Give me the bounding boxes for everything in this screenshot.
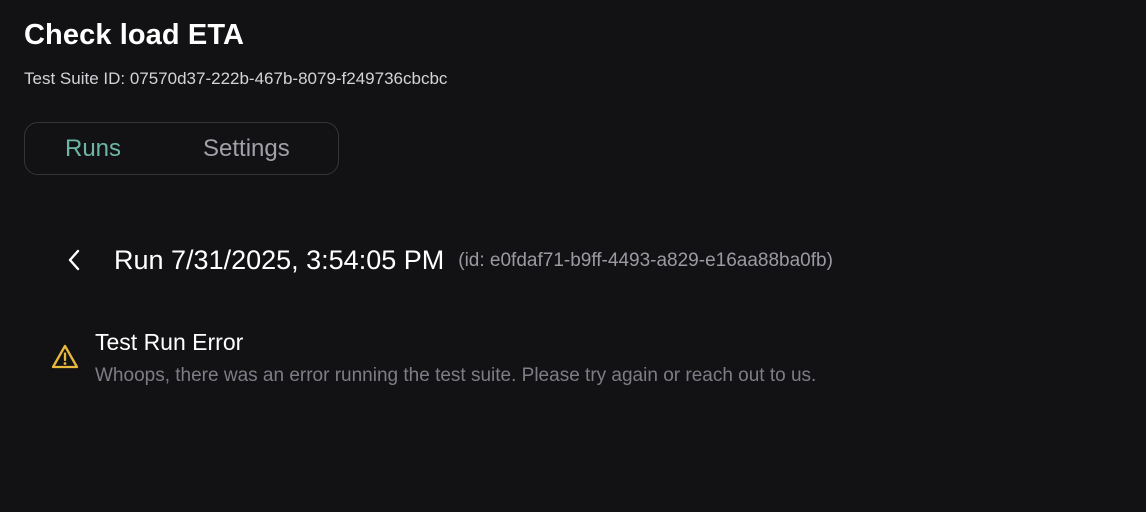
run-title: Run 7/31/2025, 3:54:05 PM (114, 244, 445, 275)
page: Check load ETA Test Suite ID: 07570d37-2… (0, 0, 1146, 512)
error-text: Test Run Error Whoops, there was an erro… (95, 328, 816, 387)
chevron-left-icon (68, 249, 80, 271)
run-header: Run 7/31/2025, 3:54:05 PM (id: e0fdaf71-… (60, 240, 833, 280)
test-suite-id: Test Suite ID: 07570d37-222b-467b-8079-f… (24, 69, 448, 88)
back-button[interactable] (60, 242, 88, 278)
page-title: Check load ETA (24, 19, 245, 51)
error-alert: Test Run Error Whoops, there was an erro… (50, 328, 816, 387)
tab-settings[interactable]: Settings (203, 135, 290, 163)
error-title: Test Run Error (95, 329, 244, 355)
tab-runs[interactable]: Runs (65, 135, 121, 163)
warning-icon (51, 344, 79, 369)
run-id: (id: e0fdaf71-b9ff-4493-a829-e16aa88ba0f… (458, 250, 833, 271)
error-message: Whoops, there was an error running the t… (95, 365, 817, 386)
tab-bar: Runs Settings (24, 122, 339, 175)
